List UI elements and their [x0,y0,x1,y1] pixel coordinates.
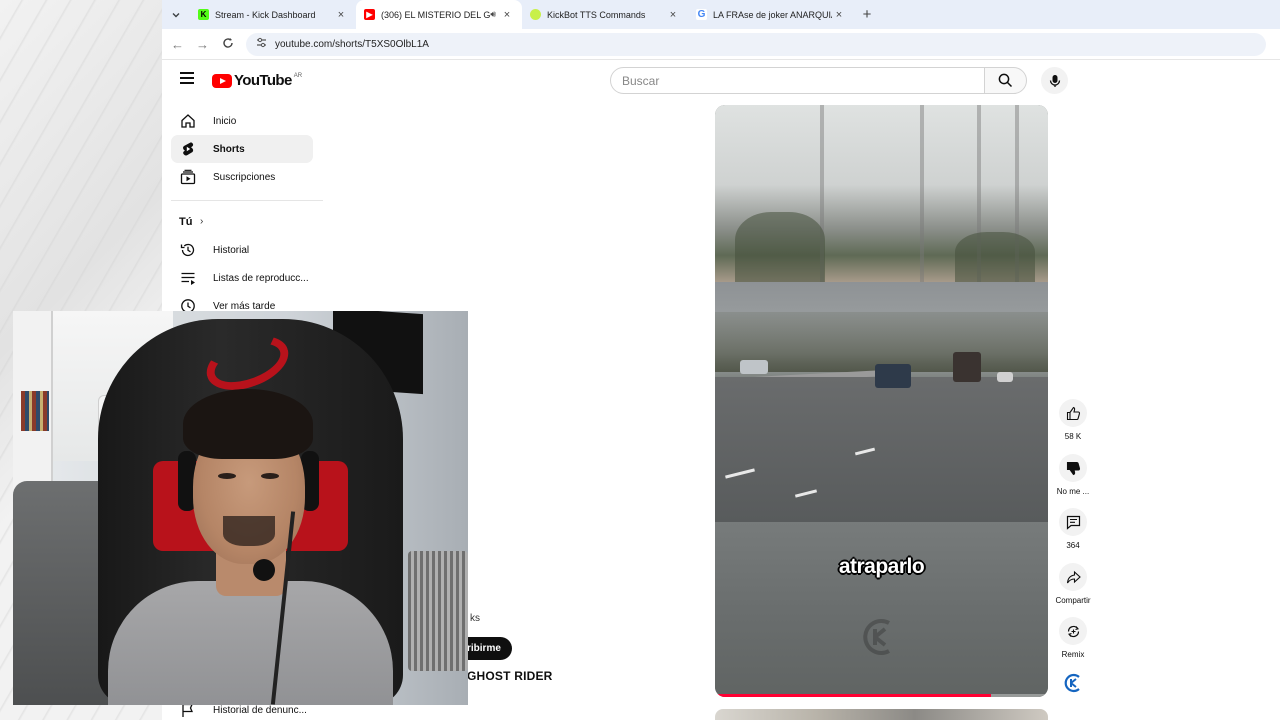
remix-label: Remix [1061,650,1085,659]
partial-text: ks [470,613,480,624]
sidebar-item-historial[interactable]: Historial [171,236,313,264]
tab-title: (306) EL MISTERIO DEL GHO [381,9,491,20]
close-icon[interactable]: × [500,9,514,21]
search-input[interactable]: Buscar [610,67,985,94]
tab-kickbot[interactable]: KickBot TTS Commands × [522,0,688,29]
sidebar-item-label: Suscripciones [213,171,276,183]
next-short-preview[interactable] [715,709,1048,720]
youtube-icon: ▶ [364,9,375,20]
tab-title: KickBot TTS Commands [547,9,646,20]
sidebar-divider [171,200,323,201]
dislike-action[interactable]: No me ... [1052,454,1094,496]
webcam-overlay [13,311,468,705]
chevron-down-icon [172,12,180,17]
voice-search-button[interactable] [1041,67,1068,94]
sidebar-item-label: Listas de reproducc... [213,272,309,284]
microphone-icon [1049,74,1060,87]
tab-title: LA FRAse de joker ANARQUIA [713,9,832,20]
share-label: Compartir [1055,596,1091,605]
subscribe-button[interactable]: ribirme [462,637,512,660]
share-action[interactable]: Compartir [1052,563,1094,605]
video-frame-highway [715,282,1048,522]
tab-google-search[interactable]: G LA FRAse de joker ANARQUIA × [688,0,854,29]
comments-count: 364 [1066,541,1080,550]
menu-icon[interactable] [180,72,194,84]
youtube-logo[interactable]: YouTube AR [212,72,302,89]
history-icon [180,242,196,258]
youtube-icon [212,73,232,88]
close-icon[interactable]: × [832,9,846,21]
new-tab-button[interactable]: + [854,2,880,28]
site-settings-icon[interactable] [256,37,267,51]
comments-button[interactable] [1059,508,1087,536]
sidebar-item-suscripciones[interactable]: Suscripciones [171,163,313,191]
like-count: 58 K [1064,432,1082,441]
search-placeholder: Buscar [622,73,660,88]
video-frame-bottom [715,522,1048,697]
home-icon [180,113,196,129]
search-button[interactable] [984,67,1027,94]
google-icon: G [696,9,707,20]
sidebar-item-label: Inicio [213,115,237,127]
close-icon[interactable]: × [666,9,680,21]
sidebar-item-playlists[interactable]: Listas de reproducc... [171,264,313,292]
country-code: AR [293,72,303,79]
back-arrow-icon[interactable]: ← [165,37,190,52]
sidebar-section-you[interactable]: Tú [179,216,192,228]
share-icon [1066,570,1081,583]
sidebar-item-label: Historial [213,244,250,256]
channel-logo-icon [1064,673,1080,693]
progress-bar [715,694,992,697]
tab-youtube-short[interactable]: ▶ (306) EL MISTERIO DEL GHO 🔊︎ × [356,0,522,29]
thumbs-up-icon [1066,406,1080,420]
tab-strip: K Stream - Kick Dashboard × ▶ (306) EL M… [162,0,1280,29]
address-bar[interactable]: youtube.com/shorts/T5XS0OlbL1A [246,32,1266,56]
tab-title: Stream - Kick Dashboard [215,9,316,20]
sidebar-item-label: Ver más tarde [213,300,276,312]
shorts-video-player[interactable]: atraparlo [715,105,1048,697]
browser-toolbar: ← → youtube.com/shorts/T5XS0OlbL1A [162,29,1280,60]
close-icon[interactable]: × [334,9,348,21]
dislike-label: No me ... [1056,487,1090,496]
speaker-icon[interactable]: 🔊︎ [490,9,496,20]
tab-search-button[interactable] [162,1,190,29]
channel-watermark-icon [861,617,897,662]
shorts-icon [180,141,196,157]
thumbs-down-icon [1066,461,1080,475]
comments-action[interactable]: 364 [1052,508,1094,550]
url-text: youtube.com/shorts/T5XS0OlbL1A [275,38,429,50]
sidebar-item-label: Shorts [213,143,245,155]
playlist-icon [180,270,196,286]
sidebar-item-inicio[interactable]: Inicio [171,107,313,135]
video-caption: atraparlo [838,555,925,578]
reload-icon[interactable] [215,37,240,52]
kick-icon: K [198,9,209,20]
comment-icon [1066,515,1080,530]
remix-icon [1067,625,1079,637]
tab-kick-dashboard[interactable]: K Stream - Kick Dashboard × [190,0,356,29]
remix-action[interactable]: Remix [1052,617,1094,659]
like-button[interactable] [1059,399,1087,427]
chevron-right-icon: › [200,216,204,227]
sidebar-item-shorts[interactable]: Shorts [171,135,313,163]
search-icon [998,73,1013,88]
subscriptions-icon [180,169,196,185]
like-action[interactable]: 58 K [1052,399,1094,441]
subscribe-label: ribirme [467,643,501,654]
dislike-button[interactable] [1059,454,1087,482]
kickbot-icon [530,9,541,20]
share-button[interactable] [1059,563,1087,591]
forward-arrow-icon[interactable]: → [190,37,215,52]
video-frame-top [715,105,1048,282]
logo-text: YouTube [234,72,292,89]
remix-button[interactable] [1059,617,1087,645]
channel-avatar[interactable] [1061,671,1085,695]
short-title[interactable]: GHOST RIDER [467,669,553,683]
sidebar-item-label: Historial de denunc... [213,704,307,716]
